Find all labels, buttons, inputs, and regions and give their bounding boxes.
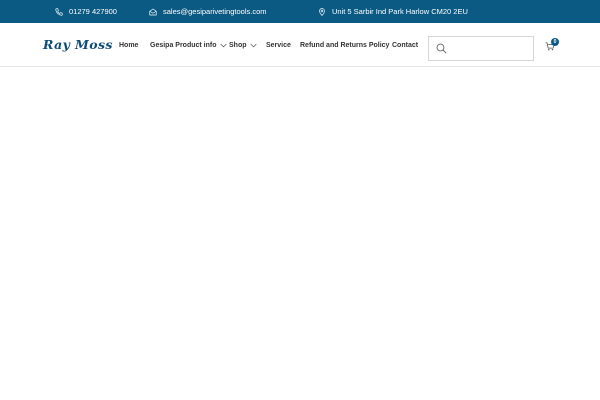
topbar-address: Unit 5 Sarbir Ind Park Harlow CM20 2EU xyxy=(318,0,468,23)
nav-refund-policy[interactable]: Refund and Returns Policy xyxy=(300,23,389,67)
search-icon[interactable] xyxy=(436,43,447,54)
location-pin-icon xyxy=(319,7,325,16)
nav-service[interactable]: Service xyxy=(266,23,291,67)
search-input[interactable] xyxy=(451,39,531,58)
chevron-down-icon xyxy=(249,43,257,47)
nav-gesipa-label: Gesipa Product info xyxy=(150,41,217,49)
top-info-bar: 01279 427900 sales@gesiparivetingtools.c… xyxy=(0,0,600,23)
phone-icon xyxy=(55,7,63,16)
address-text: Unit 5 Sarbir Ind Park Harlow CM20 2EU xyxy=(332,7,468,16)
cart-button[interactable]: 0 xyxy=(545,38,561,53)
nav-service-label: Service xyxy=(266,41,291,49)
nav-home[interactable]: Home xyxy=(119,23,138,67)
topbar-phone[interactable]: 01279 427900 xyxy=(55,0,117,23)
nav-contact[interactable]: Contact xyxy=(392,23,418,67)
nav-contact-label: Contact xyxy=(392,41,419,49)
email-address: sales@gesiparivetingtools.com xyxy=(163,7,267,16)
main-content-area xyxy=(0,68,600,400)
cart-count-badge: 0 xyxy=(551,38,559,46)
topbar-email[interactable]: sales@gesiparivetingtools.com xyxy=(149,0,267,23)
nav-home-label: Home xyxy=(119,41,139,49)
chevron-down-icon xyxy=(219,43,227,47)
envelope-icon xyxy=(149,8,157,15)
nav-refund-label: Refund and Returns Policy xyxy=(300,41,390,49)
nav-shop[interactable]: Shop xyxy=(229,23,257,67)
nav-gesipa-product-info[interactable]: Gesipa Product info xyxy=(150,23,227,67)
site-header: Ray Moss Home Gesipa Product info Shop S… xyxy=(0,23,600,67)
phone-number: 01279 427900 xyxy=(69,7,117,16)
search-box[interactable] xyxy=(428,36,534,61)
nav-shop-label: Shop xyxy=(229,41,247,49)
